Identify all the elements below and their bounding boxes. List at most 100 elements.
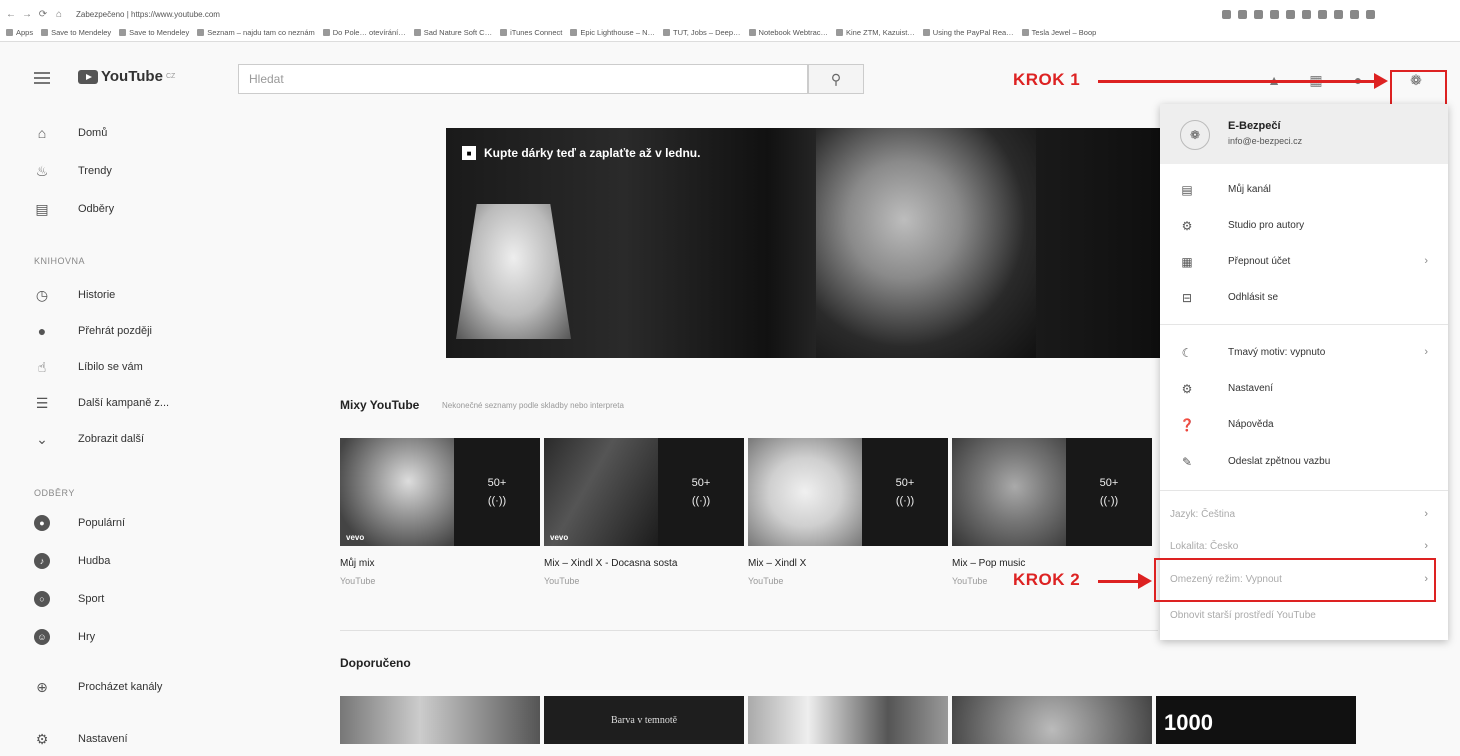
menu-item-sign-out[interactable]: ⊟ Odhlásit se — [1160, 280, 1448, 316]
bookmark[interactable]: TUT, Jobs – Deep… — [663, 28, 741, 37]
video-channel[interactable]: YouTube — [544, 576, 579, 586]
playlist-overlay: 50+ ((·)) — [454, 438, 540, 546]
video-thumbnail[interactable]: 50+ ((·)) — [952, 438, 1152, 546]
video-thumbnail[interactable]: 50+ ((·)) — [748, 438, 948, 546]
sidebar-item-settings[interactable]: ⚙ Nastavení — [0, 722, 238, 756]
krok1-label: KROK 1 — [1013, 70, 1081, 89]
bookmark[interactable]: Seznam – najdu tam co neznám — [197, 28, 315, 37]
youtube-logo[interactable]: YouTube CZ — [78, 68, 175, 85]
games-icon: ☺ — [34, 629, 50, 645]
logo-text: YouTube — [101, 68, 163, 85]
video-thumbnail[interactable] — [952, 696, 1152, 744]
menu-divider — [1160, 490, 1448, 491]
reload-icon[interactable]: ⟳ — [38, 9, 48, 20]
sidebar-item-label: Populární — [78, 517, 126, 529]
menu-item-help[interactable]: ❓ Nápověda — [1160, 407, 1448, 443]
menu-item-label: Lokalita: Česko — [1170, 541, 1239, 552]
bookmark[interactable]: Do Pole… otevírání… — [323, 28, 406, 37]
extension-icon[interactable] — [1286, 9, 1295, 19]
video-title[interactable]: Můj mix — [340, 558, 374, 569]
sidebar-item-watch-later[interactable]: ● Přehrát později — [0, 314, 238, 348]
bookmark[interactable]: Sad Nature Soft C… — [414, 28, 492, 37]
bookmark[interactable]: Epic Lighthouse – N… — [570, 28, 655, 37]
bookmark[interactable]: Kine ZTM, Kazuist… — [836, 28, 915, 37]
extension-icon[interactable] — [1302, 9, 1311, 19]
sidebar-item-label: Procházet kanály — [78, 681, 163, 693]
thumbnail-text: 1000 — [1164, 710, 1213, 735]
video-thumbnail[interactable]: 1000 — [1156, 696, 1356, 744]
menu-item-dark-theme[interactable]: ☾ Tmavý motiv: vypnuto › — [1160, 335, 1448, 371]
sidebar-item-home[interactable]: ⌂ Domů — [0, 116, 238, 150]
extension-icon[interactable] — [1350, 9, 1359, 19]
playlist-count: 50+ — [691, 477, 711, 489]
video-thumbnail[interactable]: Barva v temnotě — [544, 696, 744, 744]
krok1-arrow-head — [1374, 73, 1388, 89]
video-thumbnail[interactable] — [340, 696, 540, 744]
extension-icon[interactable] — [1222, 9, 1231, 19]
extension-icon[interactable] — [1254, 9, 1263, 19]
sidebar-item-label: Odběry — [78, 203, 115, 215]
sidebar-item-label: Zobrazit další — [78, 433, 145, 445]
sidebar-item-music[interactable]: ♪ Hudba — [0, 544, 238, 578]
search-button[interactable]: ⚲ — [808, 64, 864, 94]
bookmark[interactable]: Tesla Jewel – Boop — [1022, 28, 1097, 37]
bookmark[interactable]: Apps — [6, 28, 33, 37]
history-icon: ◷ — [35, 286, 49, 303]
menu-item-settings[interactable]: ⚙ Nastavení — [1160, 371, 1448, 407]
sidebar-item-sport[interactable]: ○ Sport — [0, 582, 238, 616]
bookmark[interactable]: Notebook Webtrac… — [749, 28, 828, 37]
music-icon: ♪ — [34, 553, 50, 569]
back-icon[interactable]: ← — [6, 9, 16, 20]
sidebar-item-popular[interactable]: ● Populární — [0, 506, 238, 540]
menu-item-my-channel[interactable]: ▤ Můj kanál — [1160, 172, 1448, 208]
krok2-highlight-box — [1154, 558, 1436, 602]
search-input[interactable]: Hledat — [238, 64, 808, 94]
video-thumbnail[interactable]: 50+ ((·)) vevo — [544, 438, 744, 546]
bookmark[interactable]: iTunes Connect — [500, 28, 562, 37]
extension-icon[interactable] — [1270, 9, 1279, 19]
forward-icon[interactable]: → — [22, 9, 32, 20]
sidebar-item-games[interactable]: ☺ Hry — [0, 620, 238, 654]
watch-later-icon: ● — [37, 323, 47, 339]
menu-item-switch-account[interactable]: ▦ Přepnout účet › — [1160, 244, 1448, 280]
home-browser-icon[interactable]: ⌂ — [54, 9, 64, 20]
thumbnail-text: Barva v temnotě — [610, 714, 678, 726]
sidebar-item-trending[interactable]: ♨ Trendy — [0, 154, 238, 188]
thumbnail-image — [748, 438, 862, 546]
bookmark[interactable]: Save to Mendeley — [119, 28, 189, 37]
mixes-shelf-title[interactable]: Mixy YouTube — [340, 398, 419, 412]
video-title[interactable]: Mix – Pop music — [952, 558, 1025, 569]
sidebar-item-history[interactable]: ◷ Historie — [0, 278, 238, 312]
video-title[interactable]: Mix – Xindl X - Docasna sosta — [544, 558, 677, 569]
video-channel[interactable]: YouTube — [748, 576, 783, 586]
vevo-label: vevo — [346, 533, 365, 542]
sidebar-item-liked[interactable]: ☝ Líbilo se vám — [0, 350, 238, 384]
chevron-right-icon: › — [1424, 346, 1428, 358]
video-thumbnail[interactable] — [748, 696, 948, 744]
menu-item-language[interactable]: Jazyk: Čeština › — [1160, 497, 1448, 533]
sidebar-item-label: Nastavení — [78, 733, 128, 745]
sidebar-item-playlist[interactable]: ☰ Další kampaně z... — [0, 386, 238, 420]
video-title[interactable]: Mix – Xindl X — [748, 558, 806, 569]
menu-icon[interactable] — [34, 72, 50, 84]
switch-account-icon: ▦ — [1181, 255, 1193, 269]
video-channel[interactable]: YouTube — [340, 576, 375, 586]
extension-icons — [1222, 9, 1375, 19]
extension-icon[interactable] — [1334, 9, 1343, 19]
menu-item-feedback[interactable]: ✎ Odeslat zpětnou vazbu — [1160, 444, 1448, 480]
sidebar-item-show-more[interactable]: ⌄ Zobrazit další — [0, 422, 238, 456]
menu-item-creator-studio[interactable]: ⚙ Studio pro autory — [1160, 208, 1448, 244]
promo-banner[interactable]: ■ Kupte dárky teď a zaplaťte až v lednu. — [446, 128, 1160, 358]
extension-icon[interactable] — [1318, 9, 1327, 19]
bookmark[interactable]: Save to Mendeley — [41, 28, 111, 37]
sidebar-item-subscriptions[interactable]: ▤ Odběry — [0, 192, 238, 226]
sidebar-item-browse-channels[interactable]: ⊕ Procházet kanály — [0, 670, 238, 704]
address-bar[interactable]: Zabezpečeno | https://www.youtube.com — [72, 7, 1212, 21]
bookmark[interactable]: Using the PayPal Rea… — [923, 28, 1014, 37]
video-thumbnail[interactable]: 50+ ((·)) vevo — [340, 438, 540, 546]
menu-item-restore-old-youtube[interactable]: Obnovit starší prostředí YouTube — [1160, 598, 1448, 634]
extension-icon[interactable] — [1238, 9, 1247, 19]
mix-icon: ((·)) — [1099, 495, 1119, 507]
video-channel[interactable]: YouTube — [952, 576, 987, 586]
extension-icon[interactable] — [1366, 9, 1375, 19]
